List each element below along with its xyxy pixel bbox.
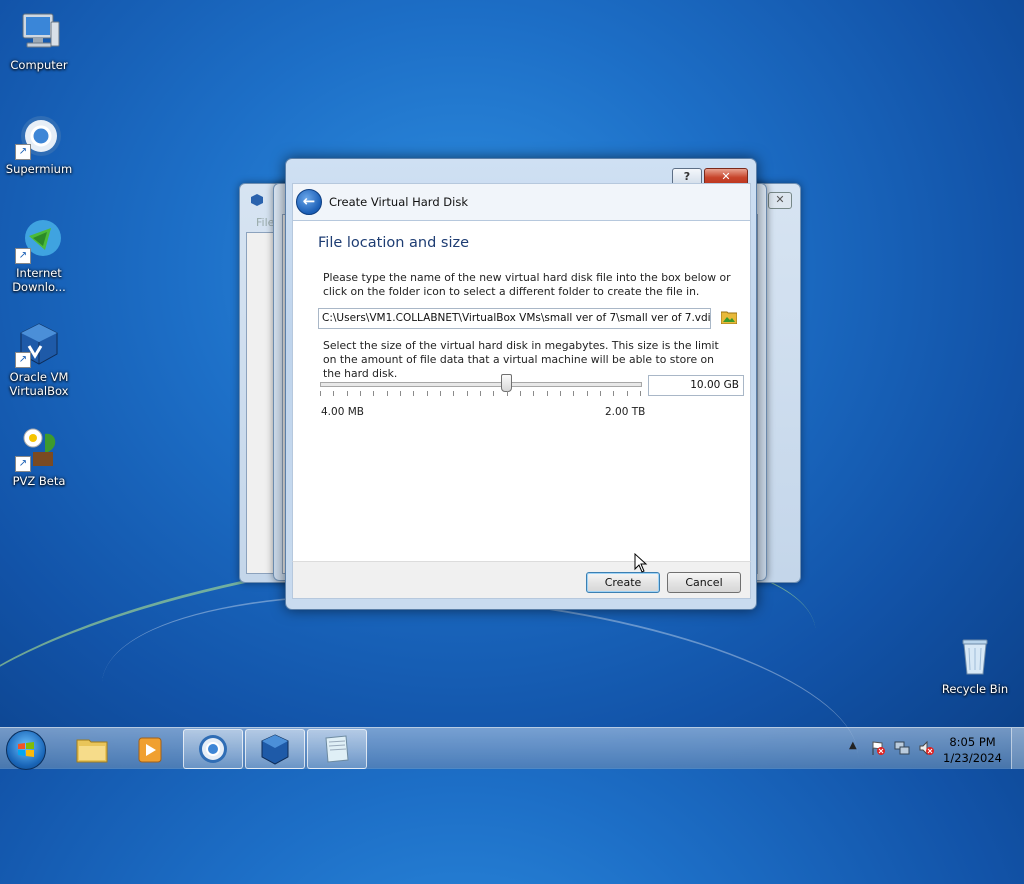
slider-tick bbox=[506, 391, 508, 396]
slider-tick bbox=[560, 391, 561, 396]
dialog-content: File location and size Please type the n… bbox=[292, 221, 751, 561]
file-explorer-icon bbox=[76, 739, 108, 763]
shortcut-arrow-icon: ↗ bbox=[15, 144, 31, 160]
size-slider-track[interactable] bbox=[320, 382, 642, 387]
virtualbox-icon bbox=[261, 734, 289, 765]
taskbar-notepad[interactable] bbox=[307, 729, 367, 769]
file-path-input[interactable]: C:\Users\VM1.COLLABNET\VirtualBox VMs\sm… bbox=[318, 308, 711, 329]
min-size-label: 4.00 MB bbox=[321, 406, 364, 418]
network-icon[interactable] bbox=[894, 740, 910, 756]
section-title: File location and size bbox=[318, 235, 470, 251]
bg-close-button[interactable]: ✕ bbox=[768, 192, 792, 209]
shortcut-arrow-icon: ↗ bbox=[15, 248, 31, 264]
slider-tick bbox=[413, 391, 415, 396]
supermium-browser-icon bbox=[199, 735, 227, 763]
desktop-icon-idm[interactable]: ↗ Internet Downlo... bbox=[1, 216, 77, 294]
show-desktop-button[interactable] bbox=[1011, 728, 1024, 769]
size-slider-ticks bbox=[320, 391, 641, 397]
shortcut-arrow-icon: ↗ bbox=[15, 456, 31, 472]
slider-tick bbox=[546, 391, 548, 396]
desktop-icon-computer[interactable]: Computer bbox=[1, 8, 77, 72]
volume-muted-icon[interactable] bbox=[918, 740, 934, 756]
start-button[interactable] bbox=[6, 730, 46, 770]
slider-tick bbox=[533, 391, 535, 396]
taskbar-supermium[interactable] bbox=[183, 729, 243, 769]
system-tray: ▲ 8:05 PM 1/23/2024 bbox=[834, 728, 1024, 769]
virtualbox-icon: ↗ bbox=[15, 320, 63, 368]
slider-tick bbox=[426, 391, 428, 396]
supermium-browser-icon: ↗ bbox=[15, 112, 63, 160]
pvz-icon: ↗ bbox=[15, 424, 63, 472]
notepad-icon bbox=[325, 735, 349, 763]
back-arrow-icon[interactable]: ← bbox=[296, 189, 322, 215]
desktop-icon-label: Supermium bbox=[5, 162, 73, 176]
slider-tick bbox=[613, 391, 615, 396]
slider-tick bbox=[333, 391, 335, 396]
slider-tick bbox=[626, 391, 628, 396]
computer-icon bbox=[15, 8, 63, 56]
create-virtual-hard-disk-dialog: ? ✕ ← Create Virtual Hard Disk File loca… bbox=[285, 158, 757, 610]
virtualbox-small-icon bbox=[250, 193, 264, 207]
slider-tick bbox=[400, 391, 401, 396]
folder-icon[interactable] bbox=[720, 310, 738, 325]
mouse-cursor-icon bbox=[634, 552, 648, 573]
windows-logo-icon bbox=[18, 742, 34, 757]
show-hidden-icons-arrow-icon[interactable]: ▲ bbox=[849, 740, 857, 751]
dialog-header: ← Create Virtual Hard Disk bbox=[292, 183, 751, 221]
slider-tick bbox=[586, 391, 588, 396]
dialog-title: Create Virtual Hard Disk bbox=[329, 195, 468, 209]
slider-tick bbox=[440, 391, 441, 396]
slider-tick bbox=[320, 391, 321, 396]
desktop-icon-virtualbox[interactable]: ↗ Oracle VM VirtualBox bbox=[1, 320, 77, 398]
slider-tick bbox=[640, 391, 641, 396]
slider-tick bbox=[573, 391, 575, 396]
desktop-icon-label: Internet Downlo... bbox=[12, 266, 66, 294]
location-instructions: Please type the name of the new virtual … bbox=[323, 271, 731, 298]
desktop-icon-label: Oracle VM VirtualBox bbox=[9, 370, 69, 398]
taskbar-virtualbox[interactable] bbox=[245, 729, 305, 769]
slider-tick bbox=[466, 391, 468, 396]
shortcut-arrow-icon: ↗ bbox=[15, 352, 31, 368]
desktop-icon-label: PVZ Beta bbox=[12, 474, 66, 488]
recycle-bin-icon bbox=[951, 632, 999, 680]
internet-download-manager-icon: ↗ bbox=[15, 216, 63, 264]
slider-tick bbox=[480, 391, 481, 396]
desktop-icon-pvz[interactable]: ↗ PVZ Beta bbox=[1, 424, 77, 488]
slider-tick bbox=[346, 391, 348, 396]
desktop-icon-supermium[interactable]: ↗ Supermium bbox=[1, 112, 77, 176]
clock[interactable]: 8:05 PM 1/23/2024 bbox=[943, 734, 1002, 766]
dialog-footer: Create Cancel bbox=[292, 561, 751, 599]
slider-tick bbox=[493, 391, 495, 396]
taskbar: ▲ 8:05 PM 1/23/2024 bbox=[0, 727, 1024, 770]
slider-tick bbox=[453, 391, 455, 396]
slider-tick bbox=[520, 391, 521, 396]
clock-time: 8:05 PM bbox=[949, 735, 996, 749]
slider-tick bbox=[386, 391, 388, 396]
taskbar-file-explorer[interactable] bbox=[62, 729, 122, 769]
size-slider-thumb[interactable] bbox=[500, 374, 512, 392]
size-input[interactable]: 10.00 GB bbox=[648, 375, 744, 396]
create-button[interactable]: Create bbox=[586, 572, 660, 593]
media-player-icon bbox=[138, 737, 162, 763]
desktop-icon-label: Recycle Bin bbox=[941, 682, 1009, 696]
max-size-label: 2.00 TB bbox=[605, 406, 646, 418]
desktop-icon-label: Computer bbox=[10, 58, 68, 72]
action-center-flag-icon[interactable] bbox=[870, 740, 886, 756]
desktop-icon-recycle-bin[interactable]: Recycle Bin bbox=[937, 632, 1013, 696]
slider-tick bbox=[373, 391, 375, 396]
slider-tick bbox=[600, 391, 601, 396]
taskbar-media-player[interactable] bbox=[122, 729, 182, 769]
clock-date: 1/23/2024 bbox=[943, 751, 1002, 765]
cancel-button[interactable]: Cancel bbox=[667, 572, 741, 593]
menu-file[interactable]: File bbox=[256, 216, 274, 229]
slider-tick bbox=[360, 391, 361, 396]
